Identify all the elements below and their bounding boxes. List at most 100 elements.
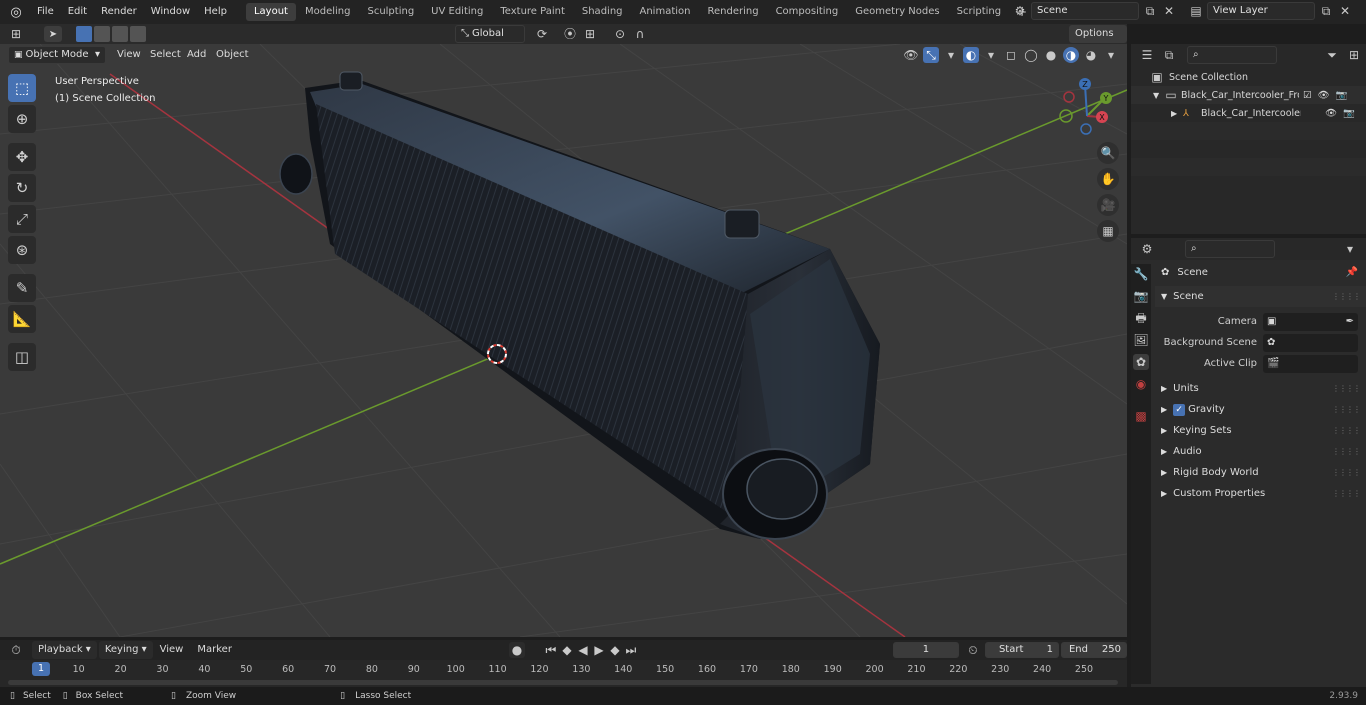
menu-help[interactable]: Help <box>197 2 234 22</box>
play-reverse-icon[interactable]: ◀ <box>575 642 591 658</box>
drag-handle-icon[interactable]: ⋮⋮⋮⋮ <box>1332 384 1361 393</box>
menu-file[interactable]: File <box>30 2 61 22</box>
material-shading-icon[interactable]: ◑ <box>1063 47 1079 63</box>
outliner-editor-type-icon[interactable]: ☰ <box>1139 47 1155 63</box>
drag-handle-icon[interactable]: ⋮⋮⋮⋮ <box>1332 292 1361 301</box>
play-icon[interactable]: ▶ <box>591 642 607 658</box>
tool-tab-icon[interactable]: 🔧 <box>1133 266 1149 282</box>
expand-arrow-icon[interactable]: ▼ <box>1153 91 1165 100</box>
xray-icon[interactable]: ◻ <box>1003 47 1019 63</box>
snap-target-icon[interactable]: ⊞ <box>582 26 598 42</box>
timeline-scrollbar[interactable] <box>8 680 1118 685</box>
tab-uv-editing[interactable]: UV Editing <box>423 3 491 21</box>
view-layer-tab-icon[interactable]: 🖼 <box>1133 332 1149 348</box>
rotate-tool-icon[interactable]: ↻ <box>8 174 36 202</box>
jump-keyframe-forward-icon[interactable]: ◆ <box>607 642 623 658</box>
expand-arrow-icon[interactable]: ▶ <box>1171 109 1183 118</box>
properties-search-input[interactable]: ⌕ <box>1185 240 1275 258</box>
zoom-icon[interactable]: 🔍 <box>1097 142 1119 164</box>
editor-type-icon[interactable]: ⊞ <box>8 26 24 42</box>
menu-edit[interactable]: Edit <box>61 2 94 22</box>
timeline-area[interactable]: 1 10 20 30 40 50 60 70 80 90 100 110 120 130 140 150 160… <box>0 660 1127 687</box>
timeline-editor-type-icon[interactable]: ⏱ <box>8 642 24 658</box>
tab-geometry-nodes[interactable]: Geometry Nodes <box>847 3 947 21</box>
drag-handle-icon[interactable]: ⋮⋮⋮⋮ <box>1332 426 1361 435</box>
navigation-gizmo[interactable]: Y X Z <box>1052 74 1122 144</box>
gravity-panel-header[interactable]: ▶ ✓ Gravity ⋮⋮⋮⋮ <box>1155 399 1366 420</box>
display-mode-icon[interactable]: ⧉ <box>1161 47 1177 63</box>
eyedropper-icon[interactable]: ✒ <box>1346 316 1354 327</box>
select-box-tool-icon[interactable]: ⬚ <box>8 74 36 102</box>
tab-compositing[interactable]: Compositing <box>768 3 847 21</box>
current-frame-marker[interactable]: 1 <box>31 662 51 676</box>
outliner-row-scene-collection[interactable]: ▣ Scene Collection <box>1131 68 1366 86</box>
mode-extend-icon[interactable] <box>94 26 110 42</box>
exclude-checkbox-icon[interactable]: ☑ <box>1303 90 1312 101</box>
new-collection-icon[interactable]: ⊞ <box>1346 47 1362 63</box>
pin-icon[interactable]: 📌 <box>1346 267 1358 278</box>
keying-sets-panel-header[interactable]: ▶ Keying Sets ⋮⋮⋮⋮ <box>1155 420 1366 441</box>
scene-panel-header[interactable]: ▼ Scene ⋮⋮⋮⋮ <box>1155 286 1366 307</box>
jump-keyframe-back-icon[interactable]: ◆ <box>559 642 575 658</box>
drag-handle-icon[interactable]: ⋮⋮⋮⋮ <box>1332 447 1361 456</box>
keying-menu[interactable]: Keying ▾ <box>98 641 153 659</box>
tab-modeling[interactable]: Modeling <box>297 3 359 21</box>
outliner-row-object[interactable]: ▶ ⅄ Black_Car_Intercooler_Fr 👁 📷 <box>1131 104 1366 122</box>
gizmo-dropdown-icon[interactable]: ▾ <box>943 47 959 63</box>
properties-editor-type-icon[interactable]: ⚙ <box>1139 241 1155 257</box>
tab-texture-paint[interactable]: Texture Paint <box>492 3 573 21</box>
rendered-shading-icon[interactable]: ◕ <box>1083 47 1099 63</box>
mode-dropdown[interactable]: ▣ Object Mode ▾ <box>8 46 106 64</box>
output-tab-icon[interactable]: 🖶 <box>1133 310 1149 326</box>
jump-end-icon[interactable]: ⏭ <box>623 642 639 658</box>
scale-tool-icon[interactable]: ⤢ <box>8 205 36 233</box>
menu-window[interactable]: Window <box>144 2 197 22</box>
viewport-menu-object[interactable]: Object <box>209 45 256 65</box>
jump-start-icon[interactable]: ⏮ <box>543 642 559 658</box>
frame-ruler[interactable]: 1 10 20 30 40 50 60 70 80 90 100 110 120 130 140 150 160… <box>0 660 1127 680</box>
stopwatch-icon[interactable]: ⏲ <box>965 642 981 658</box>
render-tab-icon[interactable]: 📷 <box>1133 288 1149 304</box>
eye-icon[interactable]: 👁 <box>1318 90 1330 101</box>
filter-icon[interactable]: ⏷ <box>1324 47 1340 63</box>
view-layer-field[interactable]: View Layer <box>1207 2 1315 20</box>
render-camera-icon[interactable]: 📷 <box>1336 90 1348 101</box>
add-cube-tool-icon[interactable]: ◫ <box>8 343 36 371</box>
measure-tool-icon[interactable]: 📐 <box>8 305 36 333</box>
overlay-toggle-icon[interactable]: ◐ <box>963 47 979 63</box>
tab-sculpting[interactable]: Sculpting <box>359 3 422 21</box>
gizmo-toggle-icon[interactable]: ⤡ <box>923 47 939 63</box>
active-tool-icon[interactable]: ➤ <box>44 26 62 42</box>
gravity-checkbox[interactable]: ✓ <box>1173 403 1186 416</box>
properties-options-icon[interactable]: ▾ <box>1342 241 1358 257</box>
start-frame-field[interactable]: Start 1 <box>984 642 1059 658</box>
menu-render[interactable]: Render <box>94 2 144 22</box>
scene-tab-icon[interactable]: ✿ <box>1133 354 1149 370</box>
camera-field[interactable]: ▣ ✒ <box>1263 312 1358 331</box>
shading-dropdown-icon[interactable]: ▾ <box>1103 47 1119 63</box>
outliner-row-collection[interactable]: ▼ ▭ Black_Car_Intercooler_Front_ ☑ 👁 📷 <box>1131 86 1366 104</box>
cursor-tool-icon[interactable]: ⊕ <box>8 105 36 133</box>
pan-hand-icon[interactable]: ✋ <box>1097 168 1119 190</box>
drag-handle-icon[interactable]: ⋮⋮⋮⋮ <box>1332 405 1361 414</box>
background-scene-field[interactable]: ✿ <box>1263 333 1358 352</box>
delete-view-layer-icon[interactable]: ✕ <box>1337 3 1353 19</box>
proportional-edit-icon[interactable]: ⊙ <box>612 26 628 42</box>
custom-properties-panel-header[interactable]: ▶ Custom Properties ⋮⋮⋮⋮ <box>1155 483 1366 504</box>
ortho-grid-icon[interactable]: ▦ <box>1097 220 1119 242</box>
tab-layout[interactable]: Layout <box>245 3 296 21</box>
mode-new-icon[interactable] <box>76 26 92 42</box>
tab-shading[interactable]: Shading <box>574 3 631 21</box>
pivot-icon[interactable]: ⟳ <box>534 26 550 42</box>
transform-orientation-dropdown[interactable]: ⤡ Global <box>455 25 525 43</box>
blender-logo-icon[interactable]: ◎ <box>8 4 24 20</box>
annotate-tool-icon[interactable]: ✎ <box>8 274 36 302</box>
drag-handle-icon[interactable]: ⋮⋮⋮⋮ <box>1332 468 1361 477</box>
eye-icon[interactable]: 👁 <box>1325 108 1337 119</box>
tab-animation[interactable]: Animation <box>632 3 699 21</box>
auto-keying-icon[interactable]: ● <box>508 642 525 658</box>
solid-shading-icon[interactable]: ● <box>1043 47 1059 63</box>
view-layer-browse-icon[interactable]: ▤ <box>1188 3 1204 19</box>
camera-view-icon[interactable]: 🎥 <box>1097 194 1119 216</box>
outliner-search-input[interactable]: ⌕ <box>1187 46 1277 64</box>
